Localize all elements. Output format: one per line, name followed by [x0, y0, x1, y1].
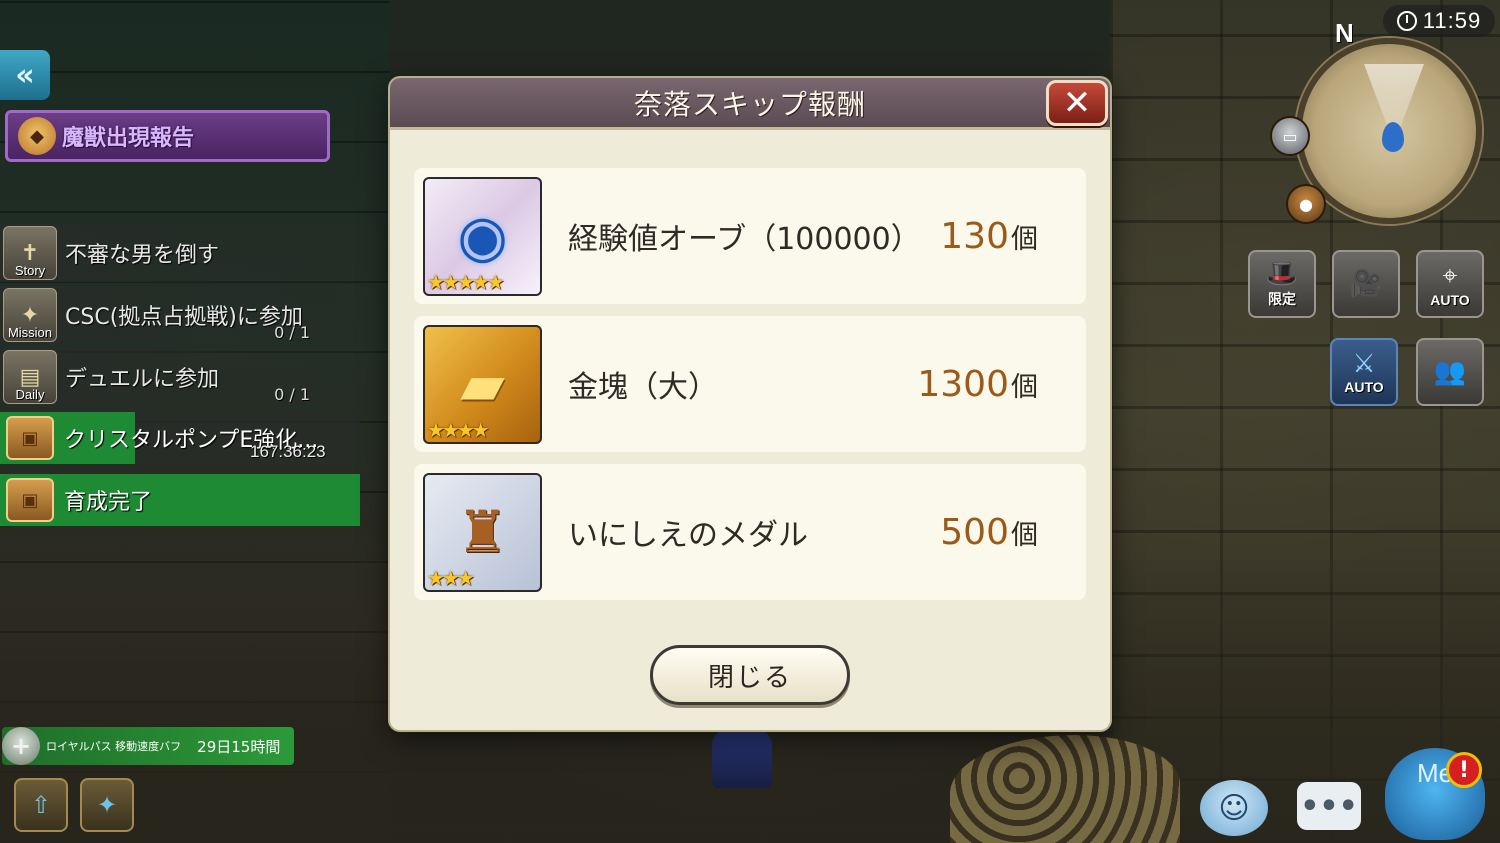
map-toggle-button[interactable]: ▭	[1270, 116, 1310, 156]
quest-text: CSC(拠点占拠戦)に参加	[65, 305, 303, 330]
emote-button[interactable]: ☺	[1200, 780, 1268, 836]
clock: 11:59	[1383, 5, 1495, 37]
medal-icon: ♜ ★★★	[423, 472, 542, 592]
shop-button[interactable]: ⇧	[14, 778, 68, 832]
back-button[interactable]: «	[0, 50, 50, 100]
reward-row: ♜ ★★★ いにしえのメダル 500 個	[414, 464, 1086, 600]
quest-tag: Story	[14, 263, 46, 278]
double-chevron-left-icon: «	[15, 57, 35, 93]
reward-name: いにしえのメダル	[568, 518, 808, 553]
face-icon: ●	[1299, 194, 1313, 214]
reward-quantity: 500 個	[940, 512, 1038, 553]
quest-row-story[interactable]: ✝ Story 不審な男を倒す	[0, 224, 380, 282]
quest-text: デュエルに参加	[65, 367, 220, 392]
player-marker-icon	[1382, 122, 1404, 152]
quest-row-daily[interactable]: ▤ Daily デュエルに参加 0 / 1	[0, 348, 380, 406]
target-icon: ⌖	[1442, 260, 1458, 291]
quest-progress: 0 / 1	[274, 385, 310, 404]
fox-mask-icon: ◆	[18, 117, 56, 155]
gold-bar-icon: ▰ ★★★★	[423, 324, 542, 444]
basket-arrow-icon: ⇧	[30, 791, 52, 819]
gift-basket-icon: ✦	[96, 791, 118, 819]
monster-report-banner[interactable]: ◆ 魔獣出現報告	[5, 110, 330, 162]
close-button[interactable]: 閉じる	[650, 645, 850, 705]
map-icon: ▭	[1282, 126, 1298, 146]
training-row-complete[interactable]: ▣ 育成完了	[0, 474, 360, 526]
sword-icon: ⚔	[1352, 349, 1376, 379]
buff-name: ロイヤルパス 移動速度バフ	[46, 740, 182, 753]
chat-button[interactable]: •••	[1297, 782, 1361, 830]
quantity-number: 500	[940, 511, 1009, 553]
auto-battle-button[interactable]: ⚔ AUTO	[1330, 338, 1398, 406]
royal-pass-buff[interactable]: + ロイヤルパス 移動速度バフ 29日15時間	[2, 727, 294, 765]
camera-button[interactable]: 🎥	[1332, 250, 1400, 318]
quantity-number: 130	[940, 215, 1009, 257]
player-character	[712, 728, 772, 788]
smiley-icon: ☺	[1218, 790, 1250, 826]
mission-icon: ✦ Mission	[3, 288, 57, 342]
quest-row-mission[interactable]: ✦ Mission CSC(拠点占拠戦)に参加 0 / 1	[0, 286, 380, 344]
limited-label: 限定	[1268, 291, 1296, 307]
chat-bubble-icon: •••	[1300, 788, 1358, 824]
chest-icon: ▣	[6, 478, 54, 522]
rarity-stars: ★★★★	[427, 417, 490, 442]
gift-button[interactable]: ✦	[80, 778, 134, 832]
clock-icon	[1396, 11, 1417, 31]
clock-time: 11:59	[1422, 8, 1482, 33]
dialog-header: 奈落スキップ報酬	[390, 78, 1110, 130]
reward-row: ▰ ★★★★ 金塊（大） 1300 個	[414, 316, 1086, 452]
group-icon: 👥	[1433, 357, 1467, 387]
monster-report-label: 魔獣出現報告	[62, 126, 195, 151]
training-timer: 167:36:23	[250, 442, 326, 461]
story-icon: ✝ Story	[3, 226, 57, 280]
party-button[interactable]: 👥	[1416, 338, 1484, 406]
close-x-button[interactable]: ✕	[1046, 80, 1108, 126]
reward-name: 経験値オーブ（100000）	[568, 222, 921, 257]
reward-dialog: 奈落スキップ報酬 ◉ ★★★★★ 経験値オーブ（100000） 130 個 ▰ …	[390, 78, 1110, 730]
quantity-number: 1300	[917, 363, 1009, 405]
reward-quantity: 130 個	[940, 216, 1038, 257]
rarity-stars: ★★★	[427, 565, 475, 590]
auto-target-label: AUTO	[1430, 291, 1470, 308]
reward-row: ◉ ★★★★★ 経験値オーブ（100000） 130 個	[414, 168, 1086, 304]
limited-button[interactable]: 🎩 限定	[1248, 250, 1316, 318]
quest-tag: Mission	[7, 325, 53, 340]
companion-button[interactable]: ●	[1286, 184, 1326, 224]
buff-time: 29日15時間	[197, 737, 281, 756]
quest-progress: 0 / 1	[274, 323, 310, 342]
reward-quantity: 1300 個	[917, 364, 1038, 405]
plus-icon: +	[2, 727, 40, 765]
quest-tag: Daily	[15, 387, 45, 402]
quantity-unit: 個	[1011, 223, 1038, 255]
quantity-unit: 個	[1011, 371, 1038, 403]
training-text: 育成完了	[64, 490, 153, 515]
video-camera-icon: 🎥	[1349, 269, 1383, 299]
quest-text: 不審な男を倒す	[65, 243, 220, 268]
alert-badge: !	[1446, 752, 1482, 788]
chest-icon: ▣	[6, 416, 54, 460]
dialog-title: 奈落スキップ報酬	[633, 87, 866, 121]
daily-icon: ▤ Daily	[3, 350, 57, 404]
reward-name: 金塊（大）	[568, 370, 718, 405]
close-icon: ✕	[1062, 83, 1092, 123]
auto-battle-label: AUTO	[1344, 379, 1384, 395]
quantity-unit: 個	[1011, 519, 1038, 551]
north-indicator: N	[1335, 18, 1354, 48]
auto-target-button[interactable]: ⌖ AUTO	[1416, 250, 1484, 318]
orb-icon: ◉ ★★★★★	[423, 176, 542, 296]
rarity-stars: ★★★★★	[427, 269, 505, 294]
hat-icon: 🎩	[1265, 259, 1299, 289]
